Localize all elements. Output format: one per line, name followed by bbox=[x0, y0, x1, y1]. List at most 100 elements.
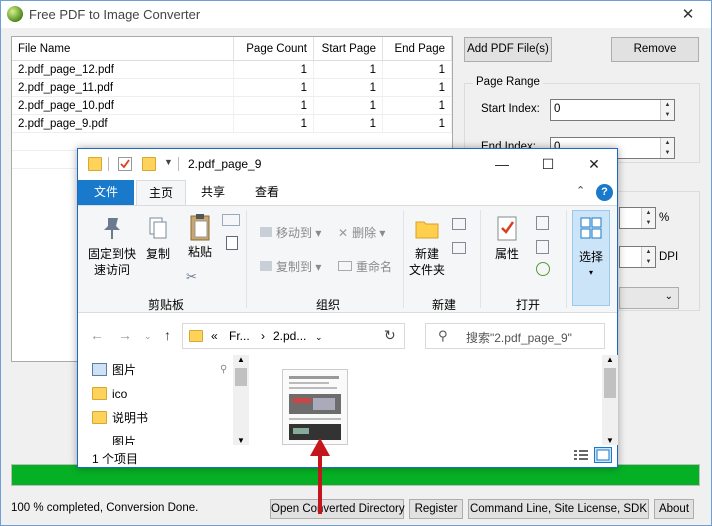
end-index-stepper[interactable]: ▲ ▼ bbox=[660, 138, 674, 158]
search-input[interactable]: ⚲ 搜索"2.pdf_page_9" bbox=[425, 323, 605, 349]
register-button[interactable]: Register bbox=[409, 499, 463, 519]
address-chevron-icon[interactable]: ⌄ bbox=[315, 332, 323, 343]
table-row[interactable]: 2.pdf_page_11.pdf 1 1 1 bbox=[12, 79, 452, 97]
remove-button[interactable]: Remove bbox=[611, 37, 699, 62]
scroll-thumb[interactable] bbox=[235, 368, 247, 386]
table-row[interactable]: 2.pdf_page_9.pdf 1 1 1 bbox=[12, 115, 452, 133]
command-line-button[interactable]: Command Line, Site License, SDK bbox=[468, 499, 649, 519]
new-folder-button[interactable]: 新建 文件夹 bbox=[408, 214, 446, 278]
details-view-icon[interactable] bbox=[572, 447, 590, 463]
help-icon[interactable]: ? bbox=[596, 184, 613, 201]
breadcrumb-current[interactable]: 2.pd... bbox=[273, 329, 306, 343]
tab-file[interactable]: 文件 bbox=[78, 180, 134, 205]
navigation-pane[interactable]: 图片 ⚲ ico 说明书 图片 ▲ ▼ bbox=[78, 355, 249, 445]
nav-item-pictures[interactable]: 图片 bbox=[92, 359, 137, 381]
edit-icon[interactable] bbox=[536, 240, 549, 254]
collapse-ribbon-icon[interactable]: ⌃ bbox=[576, 184, 585, 197]
nav-item-pictures-2[interactable]: 图片 bbox=[112, 431, 136, 445]
cell-start-page: 1 bbox=[314, 79, 383, 96]
tab-home[interactable]: 主页 bbox=[136, 180, 186, 205]
new-item-icon[interactable] bbox=[452, 218, 466, 230]
open-icon[interactable] bbox=[536, 216, 549, 230]
properties-button[interactable]: 属性 bbox=[488, 214, 526, 262]
content-scrollbar[interactable]: ▲ ▼ bbox=[602, 355, 618, 445]
copy-path-icon[interactable] bbox=[222, 214, 240, 226]
large-icons-view-icon[interactable] bbox=[594, 447, 612, 463]
new-folder-label-2: 文件夹 bbox=[408, 263, 445, 277]
paste-shortcut-icon[interactable] bbox=[226, 236, 238, 250]
breadcrumb-prefix[interactable]: « bbox=[211, 329, 218, 343]
cell-end-page: 1 bbox=[383, 61, 452, 78]
scroll-up-icon[interactable]: ▲ bbox=[602, 355, 618, 364]
status-text: 100 % completed, Conversion Done. bbox=[11, 502, 199, 514]
folder-icon bbox=[189, 330, 203, 342]
copy-to-button[interactable]: 复制到 ▾ bbox=[260, 258, 321, 275]
pin-quick-access-button[interactable]: 固定到快 速访问 bbox=[84, 214, 140, 278]
nav-item-label: 图片 bbox=[112, 363, 137, 377]
dpi-stepper[interactable]: ▲ ▼ bbox=[641, 247, 655, 267]
new-folder-icon bbox=[413, 214, 441, 242]
properties-icon[interactable] bbox=[118, 157, 132, 171]
table-row[interactable]: 2.pdf_page_12.pdf 1 1 1 bbox=[12, 61, 452, 79]
add-pdf-files-button[interactable]: Add PDF File(s) bbox=[464, 37, 552, 62]
file-list-header: File Name Page Count Start Page End Page bbox=[12, 37, 452, 61]
table-row[interactable]: 2.pdf_page_10.pdf 1 1 1 bbox=[12, 97, 452, 115]
close-window-button[interactable]: ✕ bbox=[665, 1, 711, 28]
maximize-button[interactable]: ☐ bbox=[525, 149, 571, 179]
quality-input[interactable]: ▲ ▼ bbox=[619, 207, 656, 229]
cell-start-page: 1 bbox=[314, 97, 383, 114]
address-box[interactable]: « Fr... › 2.pd... ⌄ bbox=[182, 323, 405, 349]
paste-label: 粘贴 bbox=[187, 245, 212, 259]
nav-scrollbar[interactable]: ▲ ▼ bbox=[233, 355, 249, 445]
quality-stepper[interactable]: ▲ ▼ bbox=[641, 208, 655, 228]
file-content-area[interactable]: ▲ ▼ bbox=[254, 355, 618, 445]
scroll-down-icon[interactable]: ▼ bbox=[233, 436, 249, 445]
explorer-window: ▼ 2.pdf_page_9 — ☐ ✕ 文件 主页 共享 查看 ⌃ ? 固定到… bbox=[77, 148, 618, 468]
cell-end-page: 1 bbox=[383, 79, 452, 96]
breadcrumb-fr[interactable]: Fr... bbox=[229, 329, 250, 343]
cut-icon[interactable]: ✂ bbox=[186, 269, 197, 285]
pin-label-2: 速访问 bbox=[93, 263, 130, 277]
history-icon[interactable] bbox=[536, 262, 550, 276]
image-thumbnail[interactable] bbox=[282, 369, 348, 445]
new-folder-icon[interactable] bbox=[142, 157, 156, 171]
tab-share[interactable]: 共享 bbox=[190, 180, 236, 205]
move-to-icon bbox=[260, 227, 272, 237]
scroll-down-icon[interactable]: ▼ bbox=[602, 436, 618, 445]
col-start-page[interactable]: Start Page bbox=[314, 37, 383, 60]
rename-label: 重命名 bbox=[356, 260, 393, 274]
up-arrow-icon[interactable]: ↑ bbox=[164, 327, 171, 343]
about-button[interactable]: About bbox=[654, 499, 694, 519]
app-logo-icon bbox=[7, 6, 23, 22]
col-page-count[interactable]: Page Count bbox=[234, 37, 314, 60]
col-end-page[interactable]: End Page bbox=[383, 37, 452, 60]
select-button[interactable]: 选择 ▾ bbox=[572, 210, 610, 306]
format-dropdown[interactable]: ⌄ bbox=[619, 287, 679, 309]
back-arrow-icon[interactable]: ← bbox=[90, 327, 104, 343]
title-bar: Free PDF to Image Converter ✕ bbox=[1, 1, 711, 28]
paste-button[interactable]: 粘贴 bbox=[180, 212, 220, 260]
customize-toolbar-icon[interactable]: ▼ bbox=[164, 157, 173, 167]
scroll-up-icon[interactable]: ▲ bbox=[233, 355, 249, 364]
delete-button[interactable]: ✕ 删除 ▾ bbox=[338, 224, 385, 241]
dpi-input[interactable]: ▲ ▼ bbox=[619, 246, 656, 268]
forward-arrow-icon[interactable]: → bbox=[118, 327, 132, 343]
nav-item-ico[interactable]: ico bbox=[92, 383, 127, 405]
minimize-button[interactable]: — bbox=[479, 149, 525, 179]
nav-item-manual[interactable]: 说明书 bbox=[92, 407, 148, 429]
start-index-input[interactable]: 0 ▲ ▼ bbox=[550, 99, 675, 121]
easy-access-icon[interactable] bbox=[452, 242, 466, 254]
scroll-thumb[interactable] bbox=[604, 368, 616, 398]
refresh-icon[interactable]: ↻ bbox=[384, 327, 396, 344]
recent-chevron-icon[interactable]: ⌄ bbox=[144, 331, 152, 342]
close-explorer-button[interactable]: ✕ bbox=[571, 149, 617, 179]
move-to-button[interactable]: 移动到 ▾ bbox=[260, 224, 321, 241]
tab-view[interactable]: 查看 bbox=[244, 180, 290, 205]
col-file-name[interactable]: File Name bbox=[12, 37, 234, 60]
start-index-stepper[interactable]: ▲ ▼ bbox=[660, 100, 674, 120]
pictures-icon bbox=[92, 363, 107, 376]
address-bar: ← → ⌄ ↑ « Fr... › 2.pd... ⌄ ↻ ⚲ 搜索"2.pdf… bbox=[78, 319, 617, 351]
pin-icon[interactable]: ⚲ bbox=[220, 364, 227, 375]
rename-button[interactable]: 重命名 bbox=[338, 258, 392, 275]
copy-button[interactable]: 复制 bbox=[142, 214, 174, 262]
